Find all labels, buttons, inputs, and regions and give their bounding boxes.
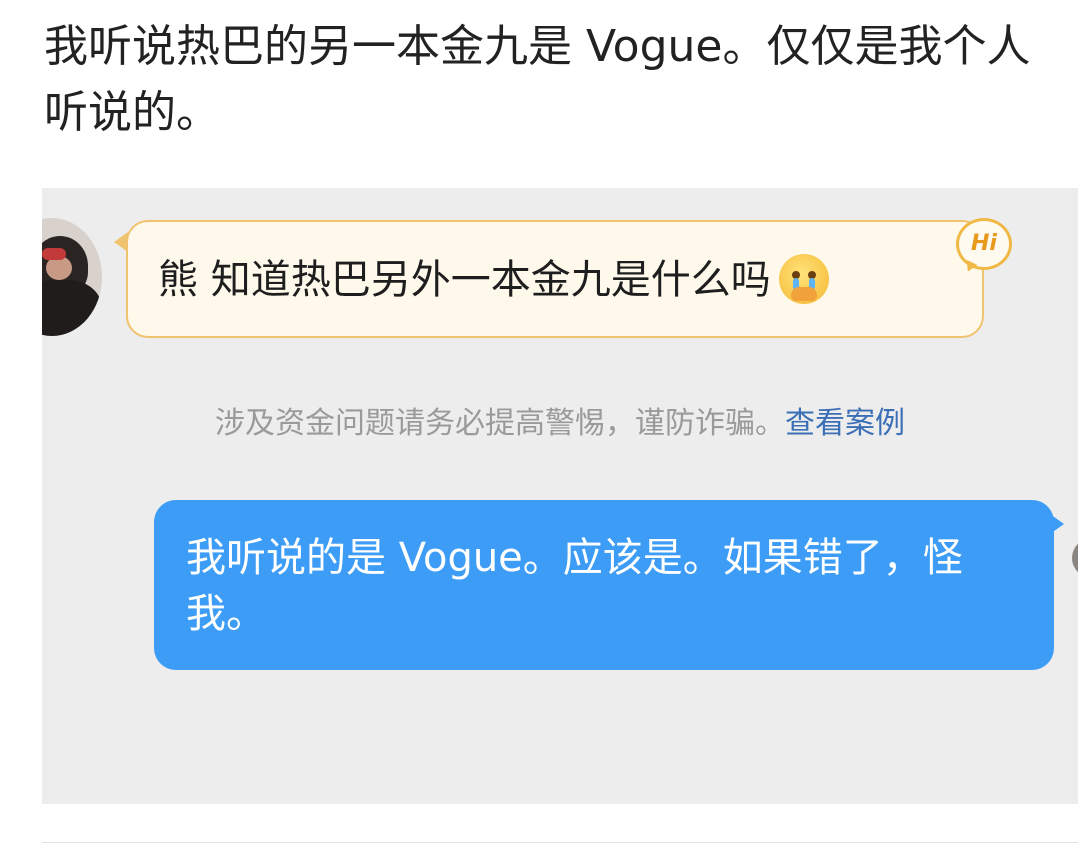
- self-avatar[interactable]: [1072, 538, 1078, 578]
- fraud-warning-text: 涉及资金问题请务必提高警惕，谨防诈骗。: [215, 406, 785, 441]
- post-text-line-2: 听说的。: [44, 87, 220, 138]
- outgoing-message-bubble[interactable]: 我听说的是 Vogue。应该是。如果错了，怪我。: [154, 500, 1054, 670]
- post-text: 我听说热巴的另一本金九是 Vogue。仅仅是我个人 听说的。: [44, 14, 1078, 146]
- divider: [42, 842, 1078, 843]
- chat-screenshot: 熊 知道热巴另外一本金九是什么吗 Hi 涉及资金问题请务必提高警惕，谨防诈骗。查…: [42, 188, 1078, 804]
- incoming-message: 熊 知道热巴另外一本金九是什么吗: [158, 254, 829, 307]
- outgoing-message-text: 我听说的是 Vogue。应该是。如果错了，怪我。: [186, 535, 963, 637]
- fraud-warning-notice: 涉及资金问题请务必提高警惕，谨防诈骗。查看案例: [42, 402, 1078, 446]
- incoming-message-bubble[interactable]: 熊 知道热巴另外一本金九是什么吗: [126, 220, 984, 338]
- avatar-coat: [42, 280, 102, 336]
- view-cases-link[interactable]: 查看案例: [785, 406, 905, 441]
- post-text-line-1: 我听说热巴的另一本金九是 Vogue。仅仅是我个人: [44, 21, 1031, 72]
- avatar-cap: [42, 248, 66, 260]
- pleading-crying-face-icon: [778, 254, 829, 304]
- outgoing-bubble-tail: [1050, 514, 1064, 534]
- sender-avatar[interactable]: [42, 218, 102, 336]
- incoming-message-text: 熊 知道热巴另外一本金九是什么吗: [158, 257, 771, 303]
